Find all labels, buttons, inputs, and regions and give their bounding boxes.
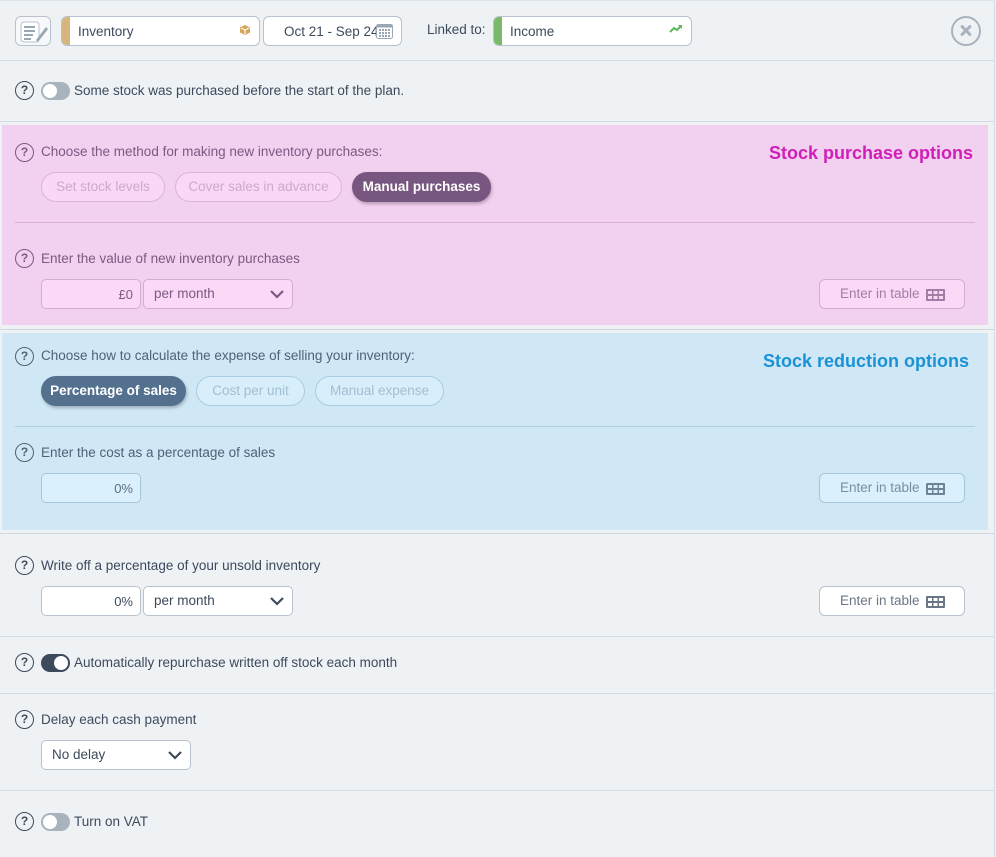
chevron-down-icon	[270, 597, 284, 606]
purchase-value-label: Enter the value of new inventory purchas…	[41, 251, 300, 266]
purchase-enter-in-table-button[interactable]: Enter in table	[819, 279, 965, 309]
writeoff-frequency-select[interactable]: per month	[143, 586, 293, 616]
help-icon[interactable]: ?	[15, 710, 34, 729]
chevron-down-icon	[168, 751, 182, 760]
enter-in-table-label: Enter in table	[840, 593, 920, 608]
table-grid-icon	[926, 289, 945, 301]
help-icon[interactable]: ?	[15, 249, 34, 268]
date-range-field[interactable]: Oct 21 - Sep 24	[263, 16, 402, 46]
table-grid-icon	[926, 483, 945, 495]
calendar-icon	[376, 24, 393, 39]
method-cover-sales[interactable]: Cover sales in advance	[175, 172, 342, 202]
prepurchase-label: Some stock was purchased before the star…	[74, 83, 405, 98]
vat-toggle[interactable]	[41, 813, 70, 831]
inventory-editor: Inventory Oct 21 - Sep 24 Linked to: Inc…	[0, 0, 995, 857]
writeoff-frequency-value: per month	[154, 593, 215, 608]
writeoff-percentage-input[interactable]: 0%	[41, 586, 141, 616]
linked-to-value: Income	[510, 24, 555, 39]
close-button[interactable]	[951, 16, 981, 46]
item-name-value: Inventory	[78, 24, 134, 39]
reduction-enter-in-table-button[interactable]: Enter in table	[819, 473, 965, 503]
date-range-value: Oct 21 - Sep 24	[284, 24, 379, 39]
writeoff-enter-in-table-button[interactable]: Enter in table	[819, 586, 965, 616]
prepurchase-row: ? Some stock was purchased before the st…	[0, 61, 995, 122]
linked-to-label: Linked to:	[427, 22, 486, 37]
panel-divider	[15, 222, 975, 223]
section-divider	[0, 329, 995, 330]
item-name-field[interactable]: Inventory	[61, 16, 260, 46]
enter-in-table-label: Enter in table	[840, 480, 920, 495]
cost-percentage-input[interactable]: 0%	[41, 473, 141, 503]
vat-label: Turn on VAT	[74, 814, 149, 829]
delay-select[interactable]: No delay	[41, 740, 191, 770]
delay-value: No delay	[52, 747, 106, 762]
toggle-knob	[54, 656, 68, 670]
method-cost-per-unit[interactable]: Cost per unit	[196, 376, 305, 406]
writeoff-label: Write off a percentage of your unsold in…	[41, 558, 321, 573]
stock-purchase-panel: Stock purchase options ? Choose the meth…	[2, 125, 988, 325]
help-icon[interactable]: ?	[15, 81, 34, 100]
enter-in-table-label: Enter in table	[840, 286, 920, 301]
notes-button[interactable]	[15, 16, 51, 46]
purchase-method-label: Choose the method for making new invento…	[41, 144, 383, 159]
help-icon[interactable]: ?	[15, 812, 34, 831]
help-icon[interactable]: ?	[15, 143, 34, 162]
help-icon[interactable]: ?	[15, 443, 34, 462]
repurchase-row: ? Automatically repurchase written off s…	[0, 637, 995, 694]
purchase-frequency-select[interactable]: per month	[143, 279, 293, 309]
cost-percentage-label: Enter the cost as a percentage of sales	[41, 445, 276, 460]
purchase-frequency-value: per month	[154, 286, 215, 301]
repurchase-toggle[interactable]	[41, 654, 70, 672]
chevron-down-icon	[270, 290, 284, 299]
toggle-knob	[43, 84, 57, 98]
panel-divider	[15, 426, 975, 427]
repurchase-label: Automatically repurchase written off sto…	[74, 655, 398, 670]
help-icon[interactable]: ?	[15, 347, 34, 366]
inventory-box-icon	[240, 25, 250, 35]
linked-to-field[interactable]: Income	[493, 16, 692, 46]
help-icon[interactable]: ?	[15, 556, 34, 575]
prepurchase-toggle[interactable]	[41, 82, 70, 100]
stock-purchase-title: Stock purchase options	[768, 143, 973, 163]
category-color-stripe	[62, 17, 70, 45]
purchase-value-input[interactable]: £0	[41, 279, 141, 309]
linked-color-stripe	[494, 17, 502, 45]
stock-reduction-panel: Stock reduction options ? Choose how to …	[2, 333, 988, 530]
help-icon[interactable]: ?	[15, 653, 34, 672]
method-percentage-of-sales[interactable]: Percentage of sales	[41, 376, 186, 406]
trend-up-icon	[669, 25, 682, 33]
vat-row: ? Turn on VAT	[0, 791, 995, 857]
delay-label: Delay each cash payment	[41, 712, 197, 727]
writeoff-row: ? Write off a percentage of your unsold …	[0, 534, 995, 637]
delay-row: ? Delay each cash payment No delay	[0, 694, 995, 791]
method-manual-expense[interactable]: Manual expense	[315, 376, 444, 406]
table-grid-icon	[926, 596, 945, 608]
notes-edit-icon	[20, 21, 48, 43]
method-manual-purchases[interactable]: Manual purchases	[352, 172, 491, 202]
toggle-knob	[43, 815, 57, 829]
header-bar: Inventory Oct 21 - Sep 24 Linked to: Inc…	[0, 0, 995, 61]
stock-reduction-title: Stock reduction options	[762, 351, 969, 371]
reduction-method-label: Choose how to calculate the expense of s…	[41, 348, 415, 363]
method-set-stock-levels[interactable]: Set stock levels	[41, 172, 165, 202]
